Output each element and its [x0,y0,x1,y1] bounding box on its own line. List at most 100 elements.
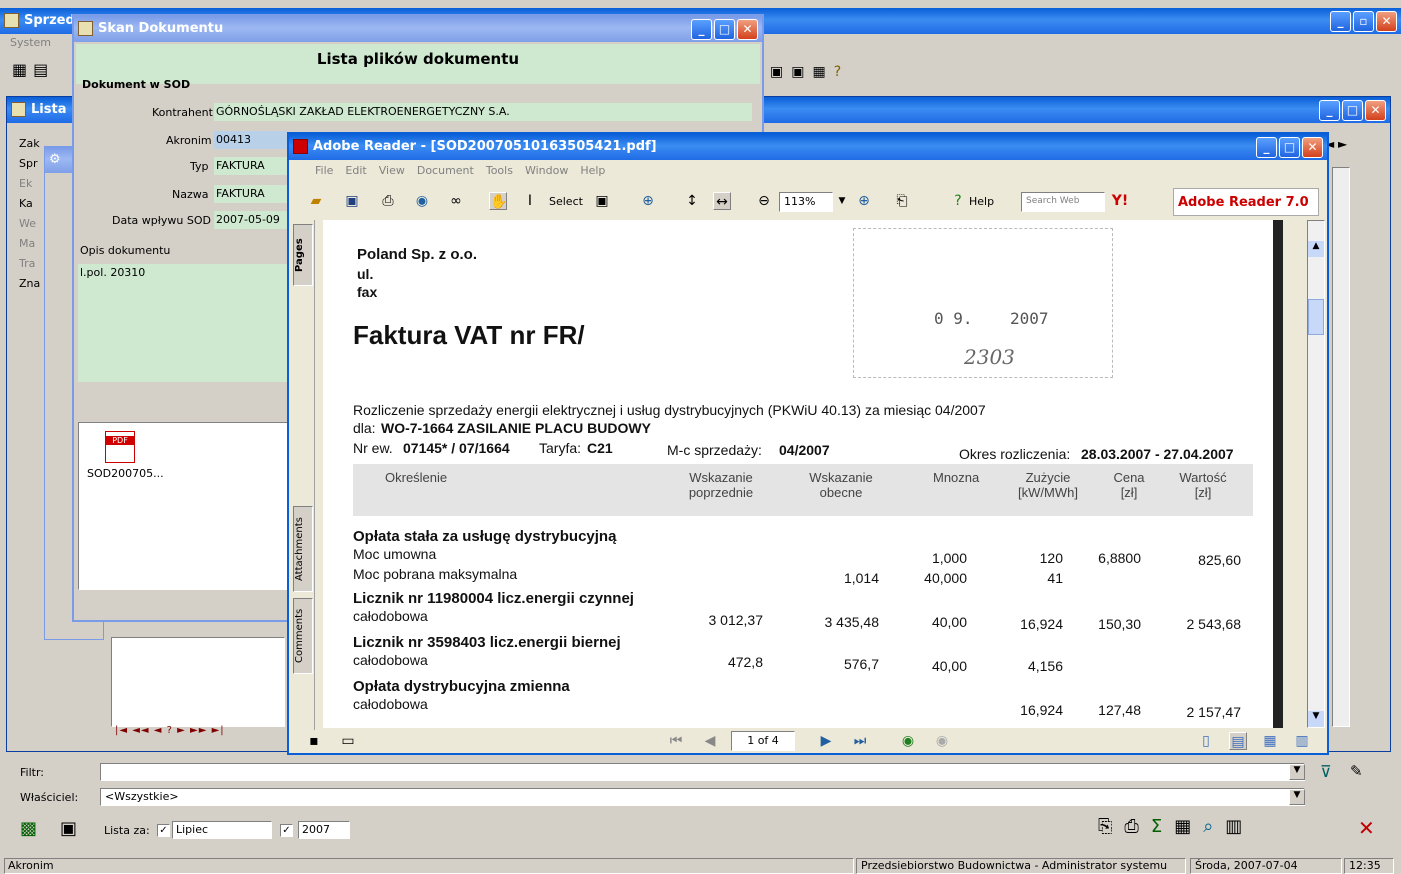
yahoo-icon[interactable]: Y! [1111,192,1129,210]
zoom-dropdown-icon[interactable]: ▼ [833,192,851,210]
kontrahent-field[interactable]: GÓRNOŚLĄSKI ZAKŁAD ELEKTROENERGETYCZNY S… [214,103,752,121]
menu-document[interactable]: Document [417,164,474,182]
continuous-icon[interactable]: ▤ [1229,732,1247,750]
year-spinner[interactable]: 2007 [298,821,350,839]
page-field[interactable]: 1 of 4 [731,731,795,751]
reader-maximize-button[interactable]: □ [1279,137,1300,158]
copy-icon[interactable]: ⎘ [1098,816,1124,837]
filtr-input[interactable] [100,763,1305,781]
select-tool-icon[interactable]: I [521,192,539,210]
lista-maximize-button[interactable]: □ [1342,100,1363,121]
doc-nr-ew-label: Nr ew. [353,440,393,456]
lista-record-nav[interactable]: |◄ ◄◄ ◄ ? ► ►► ►| [115,725,225,736]
skan-minimize-button[interactable]: _ [691,19,712,40]
minimize-button[interactable]: _ [1330,11,1351,32]
print2-icon[interactable]: ⎙ [1124,816,1150,837]
next-page-icon[interactable]: ▶ [817,732,835,750]
lista-right-scrollbar[interactable] [1332,167,1350,727]
menu-system[interactable]: System [10,36,51,49]
menu-tools[interactable]: Tools [486,164,513,182]
reader-minimize-button[interactable]: _ [1256,137,1277,158]
pdf-file-icon[interactable]: PDF [105,431,135,463]
wlasciciel-select[interactable]: <Wszystkie> [100,788,1305,806]
search-web-input[interactable]: Search Web [1021,192,1105,212]
find-icon[interactable]: ⌕ [1203,816,1225,837]
tab-comments[interactable]: Comments [293,598,313,674]
facing-icon[interactable]: ▦ [1261,732,1279,750]
hand-tool-icon[interactable]: ✋ [489,192,507,210]
toolbar-users-icon[interactable]: ▦ [12,60,27,79]
lista-minimize-button[interactable]: _ [1319,100,1340,121]
select-label[interactable]: Select [549,195,583,208]
go-back-icon[interactable]: ◉ [899,732,917,750]
akronim-field[interactable]: 00413 [214,131,288,149]
menu-window[interactable]: Window [525,164,568,182]
tab-pages[interactable]: Pages [293,224,313,286]
report-icon[interactable]: ▦ [1174,816,1203,837]
fit-width-icon[interactable]: ↔ [713,192,731,210]
scroll-down-icon[interactable]: ▼ [1308,711,1324,727]
opis-textarea[interactable]: l.pol. 20310 [78,264,288,382]
menu-edit[interactable]: Edit [345,164,366,182]
toolbar-book2-icon[interactable]: ▣ [791,64,812,80]
file-list[interactable]: PDF SOD200705... [78,422,288,590]
zoom-field[interactable]: 113% [779,192,833,212]
filter-tool-icon[interactable]: ✎ [1350,762,1363,780]
typ-field[interactable]: FAKTURA [214,157,288,175]
help-icon[interactable]: ? [834,64,849,80]
last-page-icon[interactable]: ⏭ [851,732,869,750]
month-checkbox[interactable]: ✓ [157,824,170,837]
continuous-facing-icon[interactable]: ▥ [1293,732,1311,750]
snapshot-icon[interactable]: ▣ [593,192,611,210]
zoom-in-icon[interactable]: ⊕ [639,192,657,210]
scroll-thumb[interactable] [1308,299,1324,335]
tab-attachments[interactable]: Attachments [293,506,313,592]
scroll-up-icon[interactable]: ▲ [1308,241,1324,257]
email-icon[interactable]: ◉ [413,192,431,210]
filtr-dropdown[interactable]: ▼ [1289,764,1305,780]
help-label[interactable]: Help [969,195,994,208]
toolbar-book-icon[interactable]: ▣ [770,64,791,80]
help-circle-icon[interactable]: ? [949,192,967,210]
tab-attachments-label: Attachments [294,517,305,581]
menu-help[interactable]: Help [580,164,605,182]
wlasciciel-dropdown[interactable]: ▼ [1289,789,1305,805]
menu-view[interactable]: View [379,164,405,182]
toolbar-docs-icon[interactable]: ▤ [33,60,48,79]
first-page-icon[interactable]: ⏮ [667,732,685,750]
skan-maximize-button[interactable]: □ [714,19,735,40]
data-wplywu-field[interactable]: 2007-05-09 [214,211,288,229]
zoom-plus-icon[interactable]: ⊕ [855,192,873,210]
print-icon[interactable]: ▣ [60,818,77,839]
reader-close-button[interactable]: ✕ [1302,137,1323,158]
menu-file[interactable]: File [315,164,333,182]
cancel-icon[interactable]: ✕ [1358,816,1375,840]
close-button[interactable]: ✕ [1376,11,1397,32]
restore-button[interactable]: ▫ [1353,11,1374,32]
trash-icon[interactable]: ▥ [1225,816,1254,837]
sum-icon[interactable]: Σ [1151,816,1174,837]
panel-toggle-icon[interactable]: ▪ [305,732,323,750]
prev-page-icon[interactable]: ◀ [701,732,719,750]
go-forward-icon[interactable]: ◉ [933,732,951,750]
month-select[interactable]: Lipiec [172,821,272,839]
pdf-vertical-scrollbar[interactable]: ▲ ▼ [1307,220,1325,728]
binoculars-icon[interactable]: ∞ [447,192,465,210]
lista-close-button[interactable]: ✕ [1365,100,1386,121]
lista-grid[interactable] [111,637,285,727]
skan-close-button[interactable]: ✕ [737,19,758,40]
save-icon[interactable]: ▣ [343,192,361,210]
nazwa-field[interactable]: FAKTURA [214,185,288,203]
print-icon[interactable]: ⎙ [379,192,397,210]
filter-icon[interactable]: ⊽ [1320,762,1332,781]
year-checkbox[interactable]: ✓ [280,824,293,837]
fit-page-icon[interactable]: ↕ [683,192,701,210]
pages-menu-icon[interactable]: ⎗ [893,192,911,210]
open-icon[interactable]: ▰ [307,192,325,210]
single-page-icon[interactable]: ▯ [1197,732,1215,750]
page-icon[interactable]: ▭ [339,732,357,750]
pdf-file-name[interactable]: SOD200705... [87,467,164,480]
zoom-out-icon[interactable]: ⊖ [755,192,773,210]
toolbar-calc-icon[interactable]: ▦ [812,64,833,80]
export-icon[interactable]: ▩ [20,818,37,839]
